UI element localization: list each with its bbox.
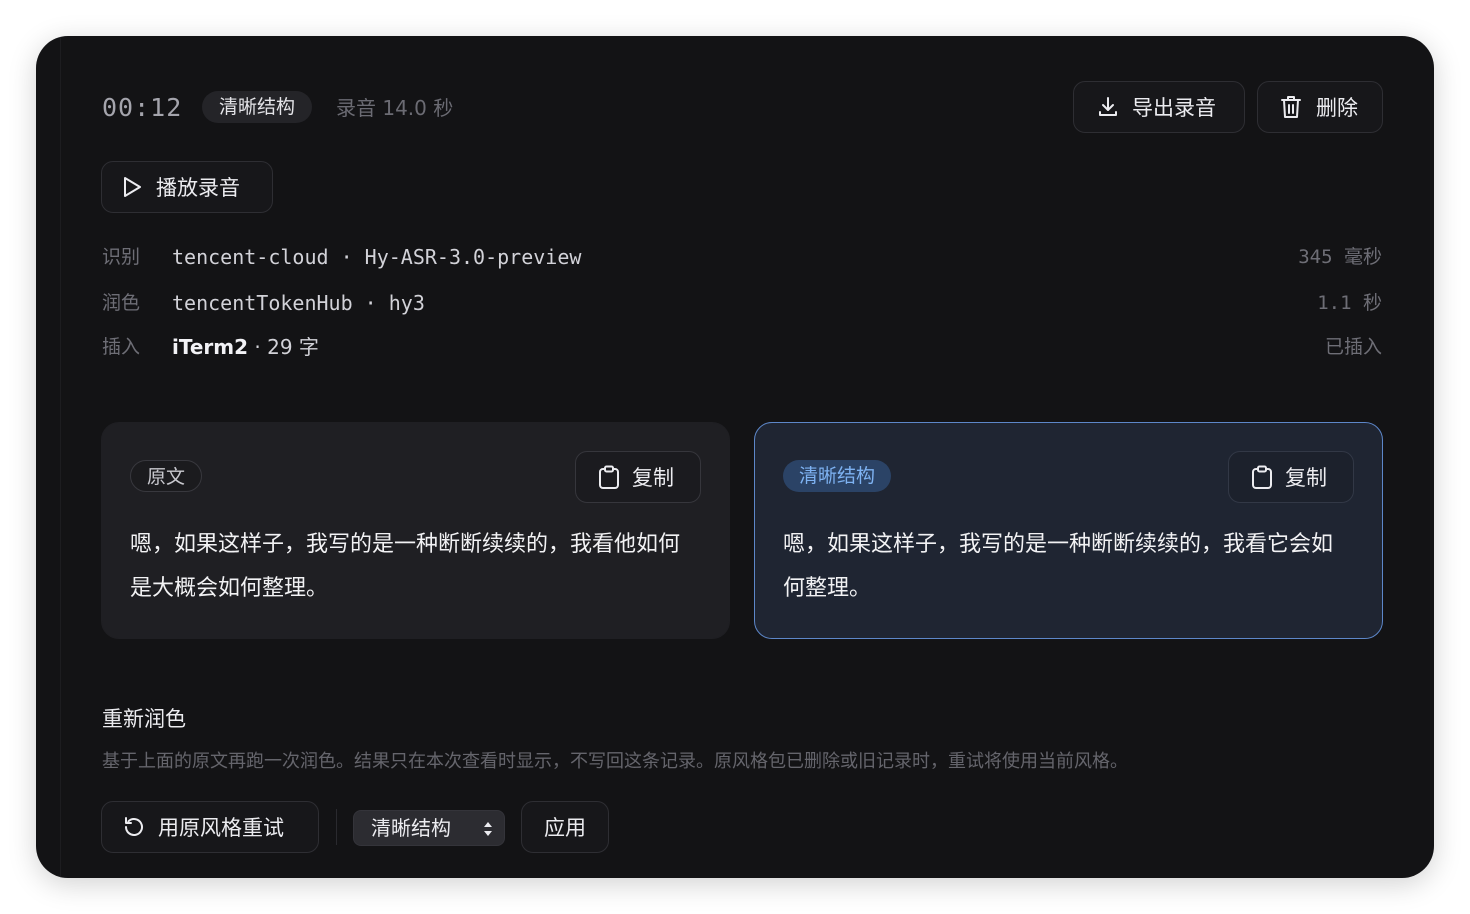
select-arrows-icon	[484, 822, 492, 836]
copy-original-label: 复制	[632, 466, 674, 490]
record-detail-window: 00:12 清晰结构 录音 14.0 秒 导出录音 删除 播放录音 识别 ten…	[36, 36, 1434, 878]
export-recording-button[interactable]: 导出录音	[1073, 81, 1245, 133]
original-text: 嗯，如果这样子，我写的是一种断断续续的，我看他如何是大概会如何整理。	[130, 532, 681, 601]
toolbar-divider	[336, 809, 337, 845]
insert-chars: · 29 字	[248, 335, 319, 359]
retry-original-style-button[interactable]: 用原风格重试	[101, 801, 319, 853]
delete-button[interactable]: 删除	[1257, 81, 1383, 133]
original-tag: 原文	[130, 460, 203, 492]
play-icon	[124, 177, 141, 197]
retry-icon	[125, 817, 143, 836]
style-select-value: 清晰结构	[371, 816, 451, 840]
recognition-separator: ·	[328, 245, 365, 269]
polish-label: 润色	[102, 292, 141, 314]
clipboard-icon	[599, 465, 619, 489]
apply-button[interactable]: 应用	[521, 801, 609, 853]
polish-latency: 1.1 秒	[1317, 292, 1382, 314]
polished-text: 嗯，如果这样子，我写的是一种断断续续的，我看它会如何整理。	[783, 532, 1334, 601]
download-icon	[1099, 97, 1117, 116]
retry-original-style-label: 用原风格重试	[158, 816, 284, 840]
delete-label: 删除	[1316, 96, 1358, 120]
insert-app: iTerm2	[172, 335, 249, 359]
recording-duration: 录音 14.0 秒	[336, 96, 454, 120]
repolish-title: 重新润色	[102, 707, 186, 731]
recognition-label: 识别	[102, 246, 141, 268]
trash-icon	[1281, 96, 1301, 118]
copy-polished-label: 复制	[1285, 466, 1327, 490]
polish-engine: tencentTokenHub · hy3	[172, 289, 425, 317]
recognition-engine: tencent-cloud · Hy-ASR-3.0-preview	[172, 243, 581, 271]
polished-tag: 清晰结构	[783, 460, 892, 492]
polish-provider: tencentTokenHub	[172, 291, 353, 315]
record-time: 00:12	[102, 93, 183, 122]
copy-original-button[interactable]: 复制	[575, 451, 701, 503]
insert-status: 已插入	[1324, 336, 1382, 358]
play-recording-button[interactable]: 播放录音	[101, 161, 273, 213]
recognition-model: Hy-ASR-3.0-preview	[364, 245, 582, 269]
copy-polished-button[interactable]: 复制	[1228, 451, 1354, 503]
export-recording-label: 导出录音	[1132, 96, 1216, 120]
window-edge	[60, 36, 61, 878]
style-select[interactable]: 清晰结构	[353, 810, 505, 846]
apply-label: 应用	[544, 816, 586, 840]
recognition-provider: tencent-cloud	[172, 245, 329, 269]
polished-text-card: 清晰结构 复制 嗯，如果这样子，我写的是一种断断续续的，我看它会如何整理。	[754, 422, 1383, 639]
repolish-description: 基于上面的原文再跑一次润色。结果只在本次查看时显示，不写回这条记录。原风格包已删…	[102, 751, 1128, 772]
recognition-latency: 345 毫秒	[1298, 246, 1382, 268]
polish-separator: ·	[352, 291, 389, 315]
insert-label: 插入	[102, 336, 141, 358]
play-recording-label: 播放录音	[156, 176, 240, 200]
clipboard-icon	[1252, 465, 1272, 489]
insert-target: iTerm2 · 29 字	[172, 333, 319, 361]
original-text-card: 原文 复制 嗯，如果这样子，我写的是一种断断续续的，我看他如何是大概会如何整理。	[101, 422, 730, 639]
style-badge: 清晰结构	[202, 91, 313, 123]
polish-model: hy3	[388, 291, 425, 315]
